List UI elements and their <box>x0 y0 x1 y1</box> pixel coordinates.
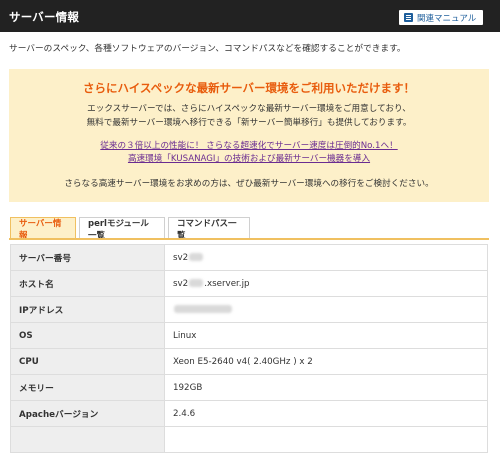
spec-value: 192GB <box>164 374 488 401</box>
server-spec-table: サーバー番号 sv2 ホスト名 sv2 .xserver.jp IPアドレス OS… <box>10 244 488 453</box>
spec-key <box>10 426 165 453</box>
spec-key: OS <box>10 322 165 349</box>
spec-value: sv2 .xserver.jp <box>164 270 488 297</box>
tab-command-paths[interactable]: コマンドパス一覧 <box>168 217 250 241</box>
promo-line-2: 無料で最新サーバー環境へ移行できる「新サーバー簡単移行」も提供しております。 <box>86 118 412 128</box>
manual-book-icon <box>404 13 413 22</box>
spec-value <box>164 296 488 323</box>
table-row <box>10 426 488 453</box>
tab-server-info[interactable]: サーバー情報 <box>10 217 76 241</box>
table-row: CPU Xeon E5-2640 v4( 2.40GHz ) x 2 <box>10 348 488 375</box>
promo-title: さらにハイスペックな最新サーバー環境をご利用いただけます！ <box>82 81 415 95</box>
info-tabs: サーバー情報 perlモジュール一覧 コマンドパス一覧 <box>10 217 253 241</box>
spec-key: サーバー番号 <box>10 244 165 271</box>
tab-perl-modules[interactable]: perlモジュール一覧 <box>79 217 165 241</box>
related-manual-label: 関連マニュアル <box>417 13 477 24</box>
table-row: ホスト名 sv2 .xserver.jp <box>10 270 488 297</box>
table-row: OS Linux <box>10 322 488 349</box>
spec-value <box>164 426 488 453</box>
masked-value <box>189 279 204 287</box>
spec-key: CPU <box>10 348 165 375</box>
spec-value: Linux <box>164 322 488 349</box>
promo-footer: さらなる高速サーバー環境をお求めの方は、ぜひ最新サーバー環境への移行をご検討くだ… <box>64 179 434 189</box>
table-row: Apacheバージョン 2.4.6 <box>10 400 488 427</box>
promo-link-performance[interactable]: 従来の３倍以上の性能に！ さらなる超速化でサーバー速度は圧倒的No.1へ！ <box>9 139 489 151</box>
related-manual-button[interactable]: 関連マニュアル <box>399 10 483 25</box>
spec-value: Xeon E5-2640 v4( 2.40GHz ) x 2 <box>164 348 488 375</box>
spec-value: 2.4.6 <box>164 400 488 427</box>
promo-link-kusanagi[interactable]: 高速環境「KUSANAGI」の技術および最新サーバー機器を導入 <box>9 152 489 164</box>
promo-box: さらにハイスペックな最新サーバー環境をご利用いただけます！ エックスサーバーでは… <box>9 69 489 202</box>
table-row: IPアドレス <box>10 296 488 323</box>
masked-value <box>189 253 204 261</box>
table-row: サーバー番号 sv2 <box>10 244 488 271</box>
server-number-text: sv2 <box>173 252 189 263</box>
spec-key: メモリー <box>10 374 165 401</box>
hostname-prefix: sv2 <box>173 278 189 289</box>
promo-line-1: エックスサーバーでは、さらにハイスペックな最新サーバー環境をご用意しており、 <box>87 104 411 114</box>
page-description: サーバーのスペック、各種ソフトウェアのバージョン、コマンドパスなどを確認すること… <box>9 44 406 54</box>
spec-key: ホスト名 <box>10 270 165 297</box>
masked-ip-address <box>174 305 232 313</box>
page-header: サーバー情報 関連マニュアル <box>0 0 500 32</box>
hostname-suffix: .xserver.jp <box>204 278 250 289</box>
page-title: サーバー情報 <box>9 10 80 24</box>
spec-key: Apacheバージョン <box>10 400 165 427</box>
table-row: メモリー 192GB <box>10 374 488 401</box>
tab-underline <box>9 238 489 240</box>
spec-key: IPアドレス <box>10 296 165 323</box>
spec-value: sv2 <box>164 244 488 271</box>
